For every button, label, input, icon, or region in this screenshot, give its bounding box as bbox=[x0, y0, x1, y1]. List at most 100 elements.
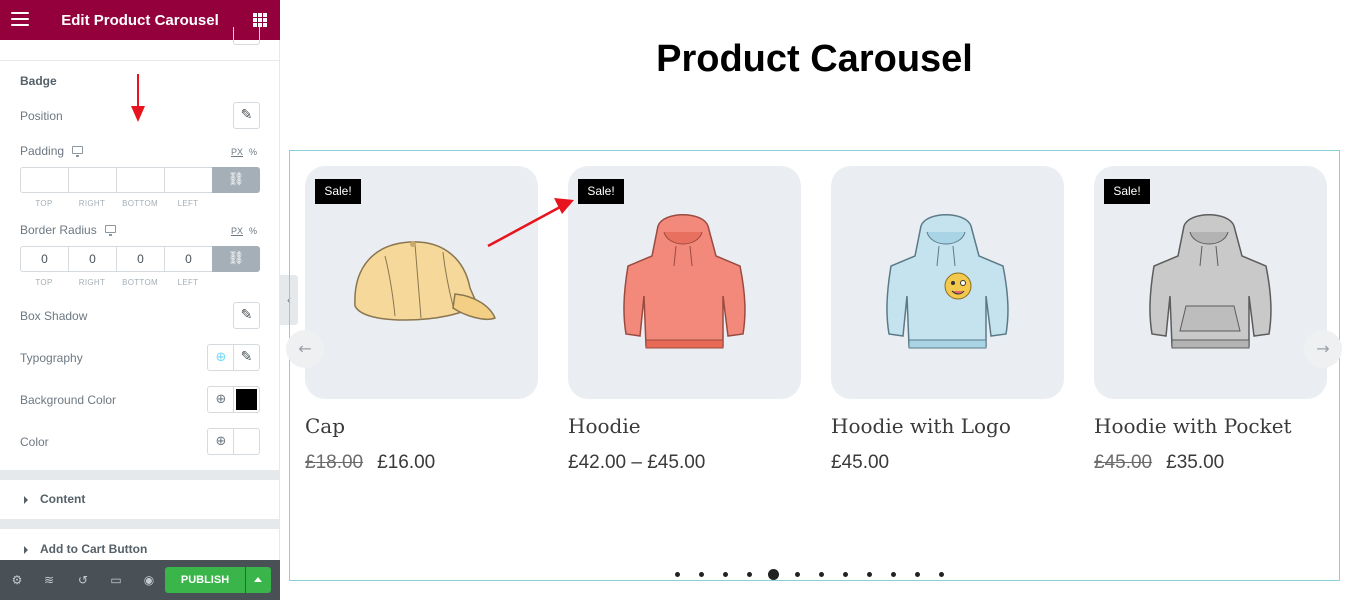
product-price: £18.00 £16.00 bbox=[305, 452, 435, 474]
padding-dimensions: ⛓ bbox=[20, 167, 260, 193]
product-price: £42.00 – £45.00 bbox=[568, 452, 705, 474]
product-card-hoodie-with-pocket: Sale! Hoodie with Pocket £45.00 £35.00 bbox=[1094, 166, 1327, 473]
background-color-picker[interactable] bbox=[233, 386, 260, 413]
radius-left-input[interactable]: 0 bbox=[164, 246, 212, 272]
padding-units: PX% bbox=[231, 147, 257, 157]
carousel-next-arrow-icon[interactable]: → bbox=[1304, 330, 1342, 368]
layers-icon[interactable]: ≋ bbox=[40, 571, 58, 589]
padding-bottom-input[interactable] bbox=[116, 167, 164, 193]
old-price: £18.00 bbox=[305, 452, 364, 473]
carousel-prev-arrow-icon[interactable]: ← bbox=[286, 330, 324, 368]
divider bbox=[0, 60, 280, 61]
border-radius-label: Border Radius bbox=[20, 223, 97, 237]
sale-badge: Sale! bbox=[315, 179, 361, 204]
carousel-dot[interactable] bbox=[939, 572, 944, 577]
carousel-dot[interactable] bbox=[675, 572, 680, 577]
preview-eye-icon[interactable]: ◉ bbox=[140, 571, 158, 589]
product-image-link[interactable]: Sale! bbox=[305, 166, 538, 399]
background-color-label: Background Color bbox=[20, 393, 117, 407]
carousel-dot[interactable] bbox=[768, 569, 779, 580]
padding-top-input[interactable] bbox=[20, 167, 68, 193]
product-name[interactable]: Hoodie with Pocket bbox=[1094, 414, 1292, 438]
padding-right-input[interactable] bbox=[68, 167, 116, 193]
product-card-cap: Sale! Cap £18.00 £16.00 bbox=[305, 166, 538, 473]
dim-label-right: RIGHT bbox=[78, 199, 106, 208]
carousel-dot[interactable] bbox=[795, 572, 800, 577]
product-image-link[interactable]: Sale! bbox=[568, 166, 801, 399]
dim-label-right: RIGHT bbox=[78, 278, 106, 287]
current-price: £45.00 bbox=[831, 452, 890, 473]
padding-label-row: Padding bbox=[20, 144, 84, 158]
page-title: Product Carousel bbox=[656, 38, 973, 80]
product-name[interactable]: Cap bbox=[305, 414, 345, 438]
typography-edit-button[interactable]: ✎ bbox=[233, 344, 260, 371]
product-card-hoodie: Sale! Hoodie £42.00 – £45.00 bbox=[568, 166, 801, 473]
previous-control-stub[interactable] bbox=[233, 27, 260, 45]
section-add-to-cart-label: Add to Cart Button bbox=[40, 542, 148, 556]
color-picker[interactable] bbox=[233, 428, 260, 455]
section-content-label: Content bbox=[40, 492, 86, 506]
product-price: £45.00 £35.00 bbox=[1094, 452, 1224, 474]
section-separator bbox=[0, 519, 280, 529]
settings-gear-icon[interactable]: ⚙ bbox=[8, 571, 26, 589]
carousel-dot[interactable] bbox=[915, 572, 920, 577]
radius-dimensions: 0 0 0 0 ⛓ bbox=[20, 246, 260, 272]
position-edit-button[interactable]: ✎ bbox=[233, 102, 260, 129]
carousel-dot[interactable] bbox=[843, 572, 848, 577]
padding-left-input[interactable] bbox=[164, 167, 212, 193]
radius-top-input[interactable]: 0 bbox=[20, 246, 68, 272]
color-global-icon[interactable]: ⊕ bbox=[207, 428, 234, 455]
typography-global-icon[interactable]: ⊕ bbox=[207, 344, 234, 371]
desktop-icon[interactable] bbox=[72, 146, 84, 157]
link-values-icon[interactable]: ⛓ bbox=[212, 246, 260, 272]
padding-dim-labels: TOP RIGHT BOTTOM LEFT bbox=[20, 199, 212, 208]
product-image-link[interactable]: Sale! bbox=[1094, 166, 1327, 399]
carousel-dot[interactable] bbox=[723, 572, 728, 577]
product-name[interactable]: Hoodie bbox=[568, 414, 641, 438]
unit-percent[interactable]: % bbox=[249, 226, 257, 236]
background-color-global-icon[interactable]: ⊕ bbox=[207, 386, 234, 413]
product-price: £45.00 bbox=[831, 452, 889, 474]
editor-panel: Edit Product Carousel Badge Position ✎ P… bbox=[0, 0, 280, 600]
section-title-badge: Badge bbox=[20, 74, 57, 88]
current-price: £16.00 bbox=[377, 452, 436, 473]
padding-label: Padding bbox=[20, 144, 65, 158]
box-shadow-edit-button[interactable]: ✎ bbox=[233, 302, 260, 329]
carousel-pagination bbox=[675, 569, 963, 580]
product-card-hoodie-with-logo: Hoodie with Logo £45.00 bbox=[831, 166, 1064, 473]
sale-badge: Sale! bbox=[1104, 179, 1150, 204]
carousel-dot[interactable] bbox=[891, 572, 896, 577]
unit-percent[interactable]: % bbox=[249, 147, 257, 157]
current-price: £35.00 bbox=[1166, 452, 1225, 473]
section-separator bbox=[0, 470, 280, 480]
section-content[interactable]: Content bbox=[0, 480, 280, 520]
radius-units: PX% bbox=[231, 226, 257, 236]
unit-px[interactable]: PX bbox=[231, 147, 243, 157]
link-values-icon[interactable]: ⛓ bbox=[212, 167, 260, 193]
border-radius-label-row: Border Radius bbox=[20, 223, 116, 237]
dim-label-bottom: BOTTOM bbox=[122, 278, 158, 287]
box-shadow-label: Box Shadow bbox=[20, 309, 88, 323]
panel-footer: ⚙ ≋ ↺ ▭ ◉ PUBLISH bbox=[0, 560, 280, 600]
carousel-dot[interactable] bbox=[819, 572, 824, 577]
color-label: Color bbox=[20, 435, 49, 449]
dim-label-top: TOP bbox=[35, 278, 53, 287]
desktop-icon[interactable] bbox=[104, 225, 116, 236]
caret-right-icon bbox=[24, 546, 28, 554]
unit-px[interactable]: PX bbox=[231, 226, 243, 236]
product-name[interactable]: Hoodie with Logo bbox=[831, 414, 1011, 438]
history-icon[interactable]: ↺ bbox=[74, 571, 92, 589]
carousel-dot[interactable] bbox=[867, 572, 872, 577]
carousel-dot[interactable] bbox=[747, 572, 752, 577]
radius-right-input[interactable]: 0 bbox=[68, 246, 116, 272]
publish-options-caret-icon[interactable] bbox=[246, 567, 271, 593]
dim-label-bottom: BOTTOM bbox=[122, 199, 158, 208]
widgets-grid-icon[interactable] bbox=[253, 13, 267, 27]
color-swatch bbox=[236, 389, 257, 410]
responsive-mode-icon[interactable]: ▭ bbox=[107, 571, 125, 589]
carousel-dot[interactable] bbox=[699, 572, 704, 577]
publish-button[interactable]: PUBLISH bbox=[165, 567, 245, 593]
radius-bottom-input[interactable]: 0 bbox=[116, 246, 164, 272]
dim-label-left: LEFT bbox=[177, 199, 199, 208]
product-image-link[interactable] bbox=[831, 166, 1064, 399]
